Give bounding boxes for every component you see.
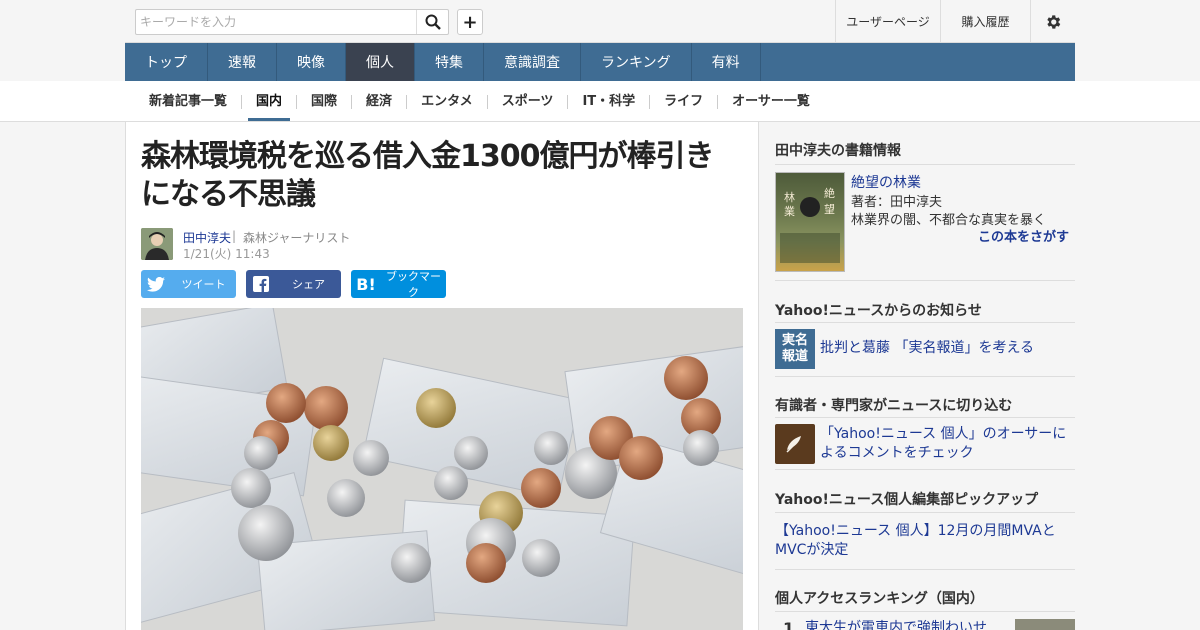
quill-icon xyxy=(786,436,801,453)
search-icon xyxy=(425,14,441,30)
ranking-thumbnail[interactable] xyxy=(1015,619,1075,630)
divider xyxy=(775,512,1075,513)
facebook-share-button[interactable]: シェア xyxy=(246,270,341,298)
svg-text:業: 業 xyxy=(784,205,795,218)
settings-button[interactable] xyxy=(1030,0,1075,43)
facebook-icon xyxy=(246,270,276,298)
nav-paid[interactable]: 有料 xyxy=(692,43,761,81)
divider xyxy=(775,280,1075,281)
ranking-heading: 個人アクセスランキング（国内） xyxy=(775,591,984,607)
search-input[interactable] xyxy=(136,10,416,34)
subnav-economy[interactable]: 経済 xyxy=(352,94,408,109)
sidebar: 田中淳夫の書籍情報 林 業 絶 望 絶望の林業 著者：田中淳夫 林業界の闇、不都… xyxy=(759,122,1075,630)
subnav-entertainment[interactable]: エンタメ xyxy=(407,94,488,109)
article: 森林環境税を巡る借入金1300億円が棒引きになる不思議 田中淳夫 | 森林ジャー… xyxy=(125,122,759,630)
book-author: 著者：田中淳夫 xyxy=(851,195,943,210)
pickup-link[interactable]: 【Yahoo!ニュース 個人】12月の月間MVAとMVCが決定 xyxy=(775,522,1065,560)
real-name-badge: 実名 報道 xyxy=(775,329,815,369)
subnav-new-articles[interactable]: 新着記事一覧 xyxy=(135,94,243,109)
divider xyxy=(775,417,1075,418)
tweet-label: ツイート xyxy=(181,278,226,291)
nav-individual[interactable]: 個人 xyxy=(346,43,415,81)
tweet-button[interactable]: ツイート xyxy=(141,270,236,298)
svg-text:絶: 絶 xyxy=(824,186,835,200)
divider xyxy=(775,569,1075,570)
subnav-life[interactable]: ライフ xyxy=(650,94,719,109)
twitter-icon xyxy=(141,270,171,298)
svg-text:林: 林 xyxy=(784,190,795,204)
author-avatar[interactable] xyxy=(141,228,173,260)
plus-icon: + xyxy=(462,11,478,33)
books-heading: 田中淳夫の書籍情報 xyxy=(775,143,901,159)
divider xyxy=(775,611,1075,612)
publish-date: 1/21(火) 11:43 xyxy=(183,247,270,261)
book-search-link[interactable]: この本をさがす xyxy=(978,226,1069,245)
subnav-it-science[interactable]: IT・科学 xyxy=(568,94,651,109)
badge-line-1: 実名 xyxy=(781,333,808,348)
user-page-link[interactable]: ユーザーページ xyxy=(835,0,940,43)
divider xyxy=(775,322,1075,323)
subnav-international[interactable]: 国際 xyxy=(297,94,353,109)
purchase-history-link[interactable]: 購入履歴 xyxy=(940,0,1030,43)
ranking-number: 1 xyxy=(783,619,795,630)
author-separator: | xyxy=(232,229,237,243)
pickup-heading: Yahoo!ニュース個人編集部ピックアップ xyxy=(775,492,1039,508)
divider xyxy=(775,164,1075,165)
book-title-link[interactable]: 絶望の林業 xyxy=(851,172,921,192)
divider xyxy=(775,469,1075,470)
nav-survey[interactable]: 意識調査 xyxy=(484,43,581,81)
article-title: 森林環境税を巡る借入金1300億円が棒引きになる不思議 xyxy=(141,139,715,212)
subnav-authors[interactable]: オーサー一覧 xyxy=(718,94,824,109)
article-hero-image[interactable] xyxy=(141,308,743,630)
hatena-icon: B! xyxy=(356,274,376,294)
gear-icon xyxy=(1047,14,1061,29)
svg-text:望: 望 xyxy=(824,203,835,216)
badge-line-2: 報道 xyxy=(781,349,808,364)
author-name-link[interactable]: 田中淳夫 xyxy=(183,229,231,246)
add-button[interactable]: + xyxy=(457,9,483,35)
divider xyxy=(775,376,1075,377)
subnav-sports[interactable]: スポーツ xyxy=(488,94,569,109)
search-box xyxy=(135,9,449,35)
ranking-item-link[interactable]: 東大生が電車内で強制わいせ xyxy=(805,619,1005,630)
main-nav: トップ 速報 映像 個人 特集 意識調査 ランキング 有料 xyxy=(125,43,1075,81)
author-comment-icon xyxy=(775,424,815,464)
top-header: + ユーザーページ 購入履歴 xyxy=(125,0,1075,43)
search-button[interactable] xyxy=(416,10,448,34)
author-title: 森林ジャーナリスト xyxy=(243,231,351,245)
expert-link[interactable]: 「Yahoo!ニュース 個人」のオーサーによるコメントをチェック xyxy=(820,425,1070,463)
book-cover-image[interactable]: 林 業 絶 望 xyxy=(775,172,845,272)
sub-nav: 新着記事一覧 国内 国際 経済 エンタメ スポーツ IT・科学 ライフ オーサー… xyxy=(125,81,1075,122)
notice-heading: Yahoo!ニュースからのお知らせ xyxy=(775,303,982,319)
nav-ranking[interactable]: ランキング xyxy=(581,43,692,81)
nav-feature[interactable]: 特集 xyxy=(415,43,484,81)
facebook-share-label: シェア xyxy=(292,278,325,291)
hatena-bookmark-button[interactable]: B! ブックマーク xyxy=(351,270,446,299)
hatena-bookmark-label: ブックマーク xyxy=(386,270,441,299)
nav-video[interactable]: 映像 xyxy=(277,43,346,81)
money-photo-icon xyxy=(141,308,743,630)
subnav-domestic[interactable]: 国内 xyxy=(242,94,298,121)
expert-heading: 有識者・専門家がニュースに切り込む xyxy=(775,398,1013,414)
author-portrait-icon xyxy=(141,228,173,260)
nav-top[interactable]: トップ xyxy=(125,43,208,81)
nav-breaking[interactable]: 速報 xyxy=(208,43,277,81)
notice-link[interactable]: 批判と葛藤 「実名報道」を考える xyxy=(820,339,1070,358)
book-cover-art-icon: 林 業 絶 望 xyxy=(780,186,840,263)
